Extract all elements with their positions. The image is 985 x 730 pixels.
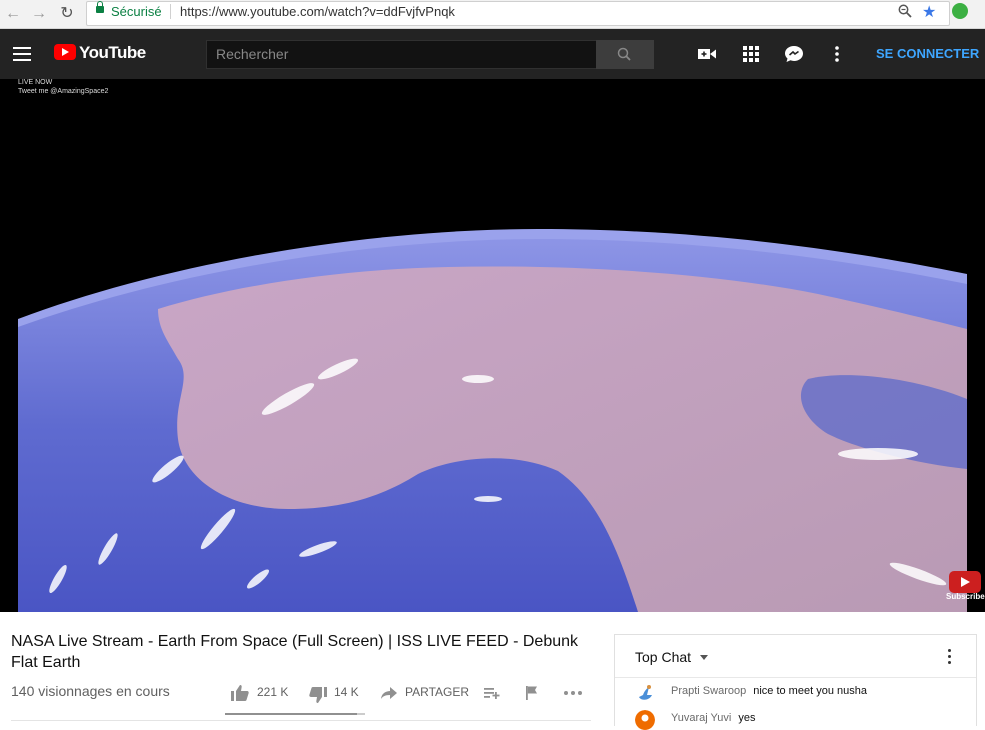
address-divider xyxy=(170,4,171,19)
thumbs-down-icon[interactable] xyxy=(308,686,328,704)
search-box[interactable] xyxy=(206,40,597,69)
add-to-playlist-icon[interactable] xyxy=(483,686,501,700)
tweet-me-overlay: Tweet me @AmazingSpace2 xyxy=(18,88,109,95)
bookmark-star-icon[interactable]: ★ xyxy=(922,2,936,22)
reload-icon[interactable]: ↻ xyxy=(56,3,78,25)
chat-author[interactable]: Prapti Swaroop xyxy=(671,685,746,697)
view-count: 140 visionnages en cours xyxy=(11,683,170,699)
earth-from-space-image xyxy=(18,79,967,612)
chat-message: Yuvaraj Yuvi yes xyxy=(635,710,965,730)
messages-icon[interactable] xyxy=(784,45,804,63)
live-chat-panel: Top Chat Prapti Swaroop nice to meet you … xyxy=(614,634,977,730)
search-icon xyxy=(617,47,631,61)
subscribe-watermark[interactable]: Subscribe xyxy=(946,571,985,603)
secure-label: Sécurisé xyxy=(111,4,162,19)
youtube-logo-icon[interactable] xyxy=(54,44,76,60)
video-player[interactable]: LIVE NOW Tweet me @AmazingSpace2 Subscri… xyxy=(0,79,985,612)
youtube-logo-text[interactable]: YouTube xyxy=(79,43,146,63)
lock-icon xyxy=(96,1,104,13)
back-arrow-icon[interactable]: ← xyxy=(2,3,24,25)
chat-message: Prapti Swaroop nice to meet you nusha xyxy=(635,685,965,701)
like-ratio-fill xyxy=(225,713,357,715)
live-now-overlay: LIVE NOW xyxy=(18,79,53,86)
search-input[interactable] xyxy=(207,41,595,66)
apps-grid-icon[interactable] xyxy=(741,45,761,63)
search-button[interactable] xyxy=(596,40,654,69)
youtube-play-icon xyxy=(949,571,981,593)
dislike-count[interactable]: 14 K xyxy=(334,685,359,699)
chat-more-icon[interactable] xyxy=(948,649,952,665)
share-icon[interactable] xyxy=(380,686,398,700)
youtube-masthead: YouTube SE CONNECTER xyxy=(0,29,985,79)
more-vert-icon[interactable] xyxy=(827,45,847,63)
video-frame[interactable] xyxy=(18,79,967,612)
video-title: NASA Live Stream - Earth From Space (Ful… xyxy=(11,633,579,671)
more-actions-icon[interactable] xyxy=(563,690,583,696)
subscribe-label: Subscribe xyxy=(946,592,985,601)
extension-icon[interactable] xyxy=(952,3,968,19)
chat-header: Top Chat xyxy=(615,635,976,678)
chat-author[interactable]: Yuvaraj Yuvi xyxy=(671,712,731,724)
chat-text: nice to meet you nusha xyxy=(753,685,867,697)
report-flag-icon[interactable] xyxy=(524,685,540,701)
share-button[interactable]: PARTAGER xyxy=(405,685,469,699)
like-count[interactable]: 221 K xyxy=(257,685,288,699)
upload-video-icon[interactable] xyxy=(697,45,717,63)
like-ratio-bar xyxy=(225,713,365,715)
forward-arrow-icon[interactable]: → xyxy=(28,3,50,25)
avatar[interactable] xyxy=(635,683,655,703)
info-divider xyxy=(11,720,591,721)
chat-mode-selector[interactable]: Top Chat xyxy=(635,649,691,665)
thumbs-up-icon[interactable] xyxy=(230,684,250,702)
browser-toolbar: ← → ↻ Sécurisé https://www.youtube.com/w… xyxy=(0,0,985,29)
chat-text: yes xyxy=(738,712,756,724)
menu-icon[interactable] xyxy=(13,47,31,61)
avatar[interactable] xyxy=(635,710,655,730)
url-text[interactable]: https://www.youtube.com/watch?v=ddFvjfvP… xyxy=(180,4,455,19)
dropdown-caret-icon[interactable] xyxy=(700,655,708,660)
zoom-icon[interactable] xyxy=(898,4,912,18)
sign-in-button[interactable]: SE CONNECTER xyxy=(876,46,979,61)
